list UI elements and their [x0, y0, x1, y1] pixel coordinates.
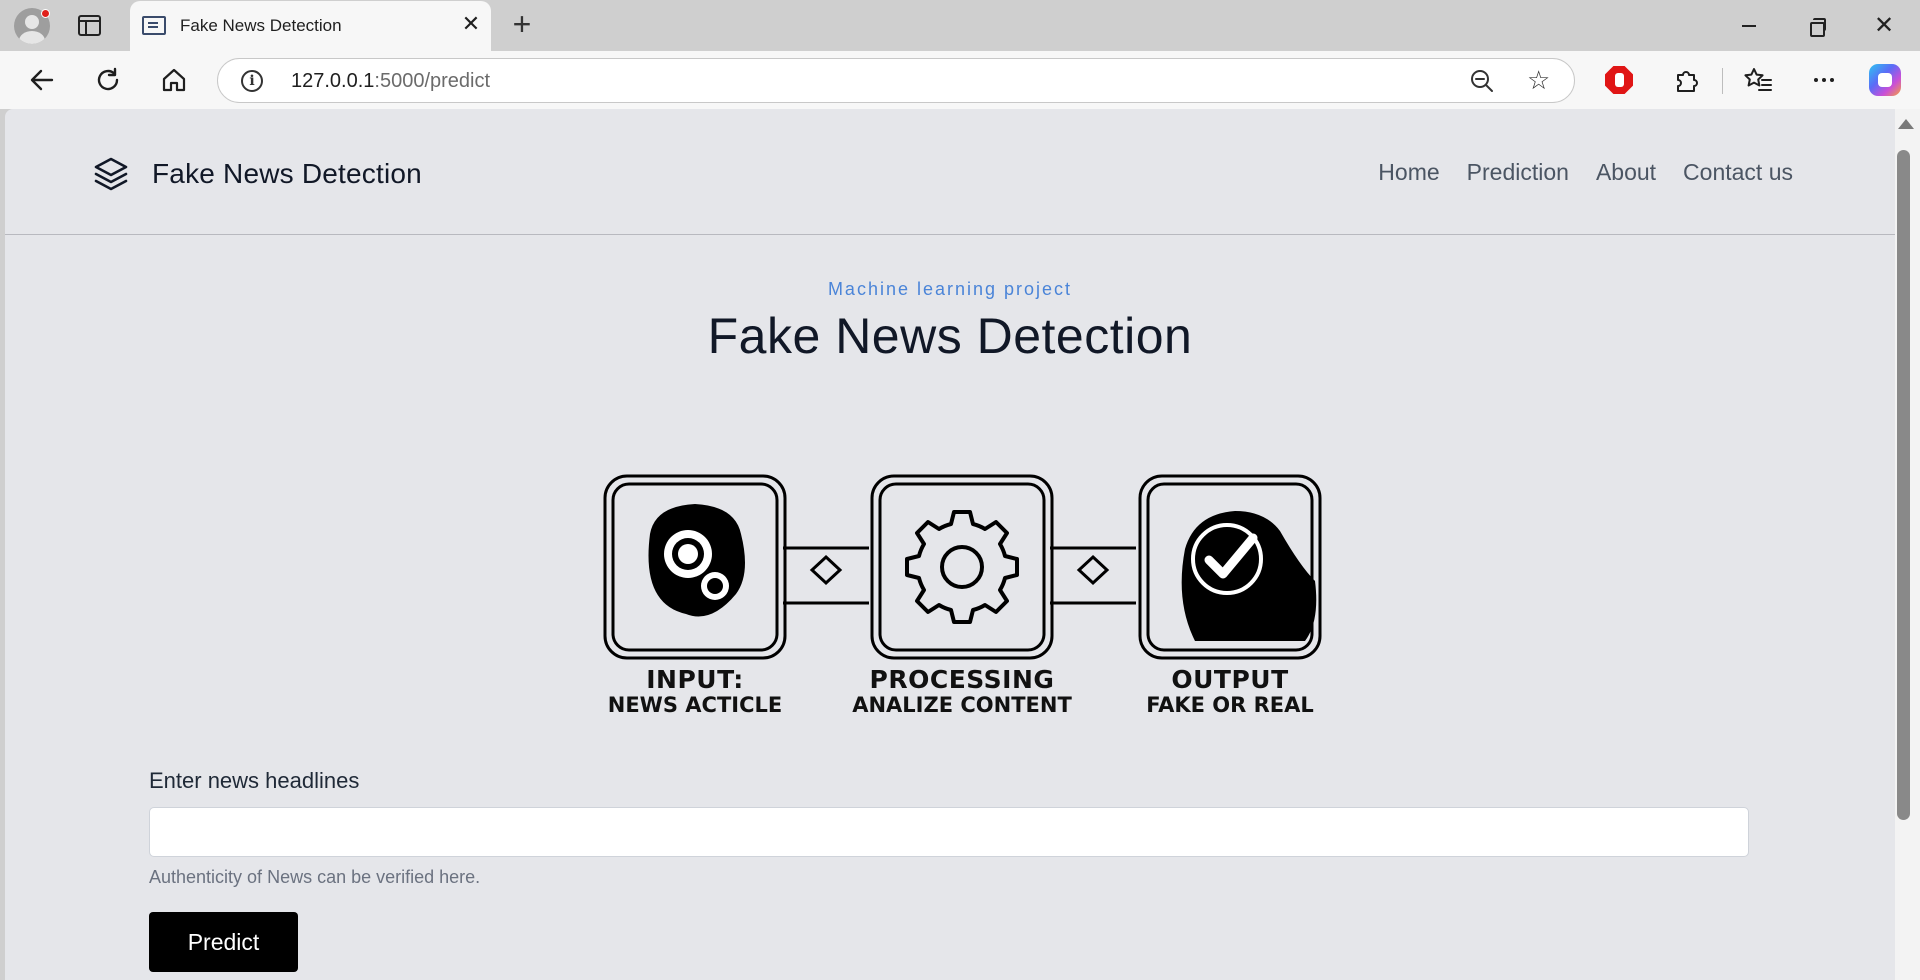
nav-link-home[interactable]: Home	[1378, 159, 1439, 186]
step-processing-title: PROCESSING	[869, 665, 1055, 694]
connector-2	[1050, 546, 1136, 605]
step-processing-subtitle: ANALIZE CONTENT	[852, 693, 1072, 717]
more-menu-icon[interactable]	[1806, 62, 1842, 98]
gear-icon	[905, 510, 1019, 624]
step-input-label: INPUT: NEWS ACTICLE	[575, 667, 815, 716]
hero-eyebrow: Machine learning project	[827, 279, 1073, 299]
scroll-up-arrow-icon[interactable]	[1898, 119, 1914, 129]
url-path: :5000/predict	[374, 70, 491, 92]
step-input-title: INPUT:	[646, 665, 744, 694]
tab-favicon-icon	[142, 16, 166, 35]
favorite-star-icon[interactable]: ☆	[1527, 65, 1550, 96]
step-output-subtitle: FAKE OR REAL	[1146, 693, 1314, 717]
layers-logo-icon	[91, 156, 131, 192]
nav-link-about[interactable]: About	[1596, 159, 1656, 186]
step-processing-box	[870, 474, 1054, 660]
page-title: Fake News Detection	[707, 308, 1193, 364]
site-brand[interactable]: Fake News Detection	[152, 158, 422, 190]
step-input-subtitle: NEWS ACTICLE	[607, 693, 783, 717]
reload-icon[interactable]	[90, 62, 126, 98]
page-viewport: Fake News Detection Home Prediction Abou…	[5, 109, 1895, 980]
step-processing-label: PROCESSING ANALIZE CONTENT	[842, 667, 1082, 716]
headline-input-label: Enter news headlines	[149, 768, 360, 793]
browser-tab-bar: Fake News Detection ✕ + ✕	[0, 0, 1920, 51]
nav-link-contact[interactable]: Contact us	[1683, 159, 1793, 186]
copilot-icon[interactable]	[1869, 64, 1901, 96]
zoom-out-icon[interactable]	[1468, 67, 1496, 95]
extensions-puzzle-icon[interactable]	[1668, 62, 1704, 98]
back-icon[interactable]	[24, 62, 60, 98]
browser-tab-active[interactable]: Fake News Detection ✕	[130, 1, 491, 51]
predict-button[interactable]: Predict	[149, 912, 298, 972]
tab-actions-icon[interactable]	[78, 15, 101, 36]
connector-1	[783, 546, 869, 605]
checkmark-icon	[1181, 511, 1317, 641]
pipeline-diagram: INPUT: NEWS ACTICLE PROCESSING ANALIZE C…	[600, 454, 1330, 729]
headline-input[interactable]	[149, 807, 1749, 857]
site-navbar: Fake News Detection Home Prediction Abou…	[5, 109, 1895, 235]
nav-links: Home Prediction About Contact us	[1378, 159, 1793, 186]
search-icon	[648, 504, 745, 617]
window-restore-icon[interactable]	[1802, 12, 1830, 40]
scrollbar-thumb[interactable]	[1897, 150, 1910, 820]
notification-dot-icon	[41, 9, 50, 18]
window-close-icon[interactable]: ✕	[1870, 12, 1898, 40]
favorites-icon[interactable]	[1740, 62, 1776, 98]
home-icon[interactable]	[156, 62, 192, 98]
url-text[interactable]: 127.0.0.1:5000/predict	[291, 70, 490, 93]
step-output-label: OUTPUT FAKE OR REAL	[1110, 667, 1350, 716]
tab-close-icon[interactable]: ✕	[458, 11, 484, 37]
nav-link-prediction[interactable]: Prediction	[1467, 159, 1569, 186]
url-host: 127.0.0.1	[291, 70, 375, 92]
address-bar[interactable]: i 127.0.0.1:5000/predict ☆	[217, 58, 1575, 103]
step-output-title: OUTPUT	[1171, 665, 1289, 694]
site-info-icon[interactable]: i	[241, 70, 263, 92]
headline-help-text: Authenticity of News can be verified her…	[149, 867, 481, 887]
window-minimize-icon[interactable]	[1735, 12, 1763, 40]
new-tab-icon[interactable]: +	[506, 8, 538, 41]
tab-title: Fake News Detection	[180, 16, 342, 35]
toolbar-separator	[1722, 68, 1723, 94]
